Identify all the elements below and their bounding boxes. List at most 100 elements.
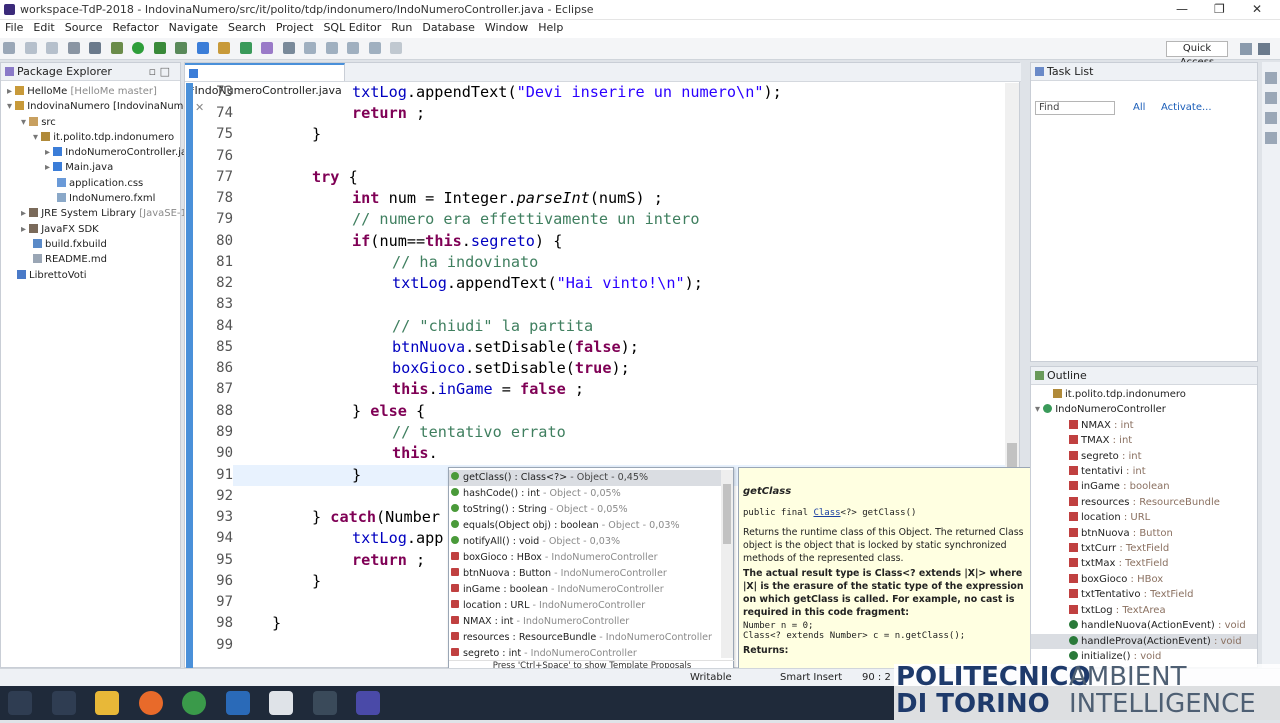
- tree-item-css[interactable]: application.css: [1, 176, 180, 191]
- proposal-item[interactable]: NMAX : int - IndoNumeroController: [449, 614, 721, 630]
- quick-access-input[interactable]: Quick Access: [1166, 41, 1228, 68]
- menu-project[interactable]: Project: [271, 20, 319, 35]
- outline-member[interactable]: handleProva(ActionEvent) : void: [1031, 633, 1257, 649]
- outline-member[interactable]: location : URL: [1031, 510, 1257, 525]
- outline-class[interactable]: ▾ IndoNumeroController: [1031, 402, 1257, 417]
- new-package-icon[interactable]: [218, 42, 230, 54]
- proposal-item[interactable]: equals(Object obj) : boolean - Object - …: [449, 518, 721, 534]
- proposal-item[interactable]: notifyAll() : void - Object - 0,03%: [449, 534, 721, 550]
- proposal-item[interactable]: location : URL - IndoNumeroController: [449, 598, 721, 614]
- tree-item-indovinanumero[interactable]: ▾ IndovinaNumero [IndovinaNumer: [1, 99, 194, 114]
- tree-item-jre[interactable]: ▸ JRE System Library [JavaSE-1.8: [1, 206, 196, 221]
- maximize-icon[interactable]: ❐: [1214, 2, 1225, 16]
- menu-file[interactable]: File: [0, 20, 28, 35]
- external-tools-icon[interactable]: [175, 42, 187, 54]
- chrome-icon[interactable]: [182, 691, 206, 715]
- outline-member[interactable]: resources : ResourceBundle: [1031, 495, 1257, 510]
- menu-refactor[interactable]: Refactor: [108, 20, 164, 35]
- eclipse-taskbar-icon[interactable]: [356, 691, 380, 715]
- proposal-item[interactable]: btnNuova : Button - IndoNumeroController: [449, 566, 721, 582]
- mail-app-icon[interactable]: [225, 691, 250, 715]
- outline-member[interactable]: tentativi : int: [1031, 464, 1257, 479]
- outline-member[interactable]: NMAX : int: [1031, 418, 1257, 433]
- save-icon[interactable]: [24, 42, 37, 54]
- outline-member[interactable]: TMAX : int: [1031, 433, 1257, 448]
- task-view-icon[interactable]: [51, 691, 76, 715]
- menu-window[interactable]: Window: [480, 20, 533, 35]
- restore-icon[interactable]: [1265, 72, 1277, 84]
- run-icon[interactable]: [132, 42, 144, 54]
- skip-breakpoints-icon[interactable]: [89, 42, 101, 54]
- proposal-item[interactable]: inGame : boolean - IndoNumeroController: [449, 582, 721, 598]
- firefox-icon[interactable]: [138, 691, 163, 715]
- tree-item-main[interactable]: ▸ Main.java: [1, 160, 180, 175]
- task-all-link[interactable]: All: [1133, 102, 1145, 113]
- java-perspective-icon[interactable]: [1258, 43, 1270, 55]
- minimize-icon[interactable]: —: [1176, 2, 1188, 16]
- outline-member[interactable]: segreto : int: [1031, 449, 1257, 464]
- open-type-icon[interactable]: [261, 42, 273, 54]
- outline-member[interactable]: txtLog : TextArea: [1031, 603, 1257, 618]
- tree-item-librettovoti[interactable]: LibrettoVoti: [1, 268, 180, 283]
- proposal-item[interactable]: hashCode() : int - Object - 0,05%: [449, 486, 721, 502]
- outline-member[interactable]: txtTentativo : TextField: [1031, 587, 1257, 602]
- prev-annotation-icon[interactable]: [347, 42, 359, 54]
- menu-source[interactable]: Source: [60, 20, 108, 35]
- outline-member[interactable]: txtCurr : TextField: [1031, 541, 1257, 556]
- menu-edit[interactable]: Edit: [28, 20, 59, 35]
- file-explorer-icon[interactable]: [95, 691, 119, 715]
- view-icon[interactable]: [1265, 112, 1277, 124]
- debug-icon[interactable]: [110, 42, 123, 54]
- menu-sql-editor[interactable]: SQL Editor: [318, 20, 386, 35]
- task-find-input[interactable]: Find: [1035, 101, 1115, 115]
- new-java-project-icon[interactable]: [196, 42, 209, 54]
- coverage-icon[interactable]: [153, 42, 166, 54]
- outline-member[interactable]: txtMax : TextField: [1031, 556, 1257, 571]
- windows-start-icon[interactable]: [8, 691, 32, 715]
- outline-member[interactable]: boxGioco : HBox: [1031, 572, 1257, 587]
- tree-item-fxml[interactable]: IndoNumero.fxml: [1, 191, 180, 206]
- tree-item-build[interactable]: build.fxbuild: [1, 237, 180, 252]
- save-all-icon[interactable]: [46, 42, 58, 54]
- view-icon[interactable]: [1265, 92, 1277, 104]
- obs-icon[interactable]: [312, 691, 337, 715]
- outline-package[interactable]: it.polito.tdp.indonumero: [1031, 387, 1257, 402]
- print-icon[interactable]: [67, 42, 80, 54]
- proposal-item[interactable]: boxGioco : HBox - IndoNumeroController: [449, 550, 721, 566]
- tree-item-src[interactable]: ▾ src: [1, 115, 180, 130]
- open-perspective-icon[interactable]: [1240, 43, 1252, 55]
- close-icon[interactable]: ✕: [1252, 2, 1262, 16]
- scroll-thumb[interactable]: [723, 484, 731, 544]
- proposal-scrollbar[interactable]: [721, 470, 733, 658]
- tree-item-helloworld[interactable]: ▸ HelloMe [HelloMe master]: [1, 84, 180, 99]
- mail-icon[interactable]: [269, 691, 293, 715]
- forward-icon[interactable]: [390, 42, 402, 54]
- outline-member[interactable]: handleNuova(ActionEvent) : void: [1031, 618, 1257, 633]
- menu-database[interactable]: Database: [417, 20, 480, 35]
- toggle-mark-icon[interactable]: [304, 42, 316, 54]
- outline-member[interactable]: inGame : boolean: [1031, 479, 1257, 494]
- outline-member[interactable]: btnNuova : Button: [1031, 526, 1257, 541]
- back-icon[interactable]: [368, 42, 381, 54]
- proposal-item[interactable]: segreto : int - IndoNumeroController: [449, 646, 721, 660]
- menu-navigate[interactable]: Navigate: [164, 20, 223, 35]
- proposal-item[interactable]: toString() : String - Object - 0,05%: [449, 502, 721, 518]
- next-annotation-icon[interactable]: [325, 42, 338, 54]
- editor-tab[interactable]: *IndoNumeroController.java ✕: [185, 63, 345, 114]
- tree-item-javafx[interactable]: ▸ JavaFX SDK: [1, 222, 180, 237]
- class-link[interactable]: Class: [813, 508, 840, 518]
- new-icon[interactable]: [3, 42, 15, 54]
- new-class-icon[interactable]: [239, 42, 252, 54]
- task-activate-link[interactable]: Activate...: [1161, 102, 1212, 113]
- minimize-view-icon[interactable]: ▫ □: [149, 63, 170, 80]
- menu-search[interactable]: Search: [223, 20, 271, 35]
- menu-run[interactable]: Run: [386, 20, 417, 35]
- tree-item-readme[interactable]: README.md: [1, 252, 180, 267]
- proposal-item[interactable]: getClass() : Class<?> - Object - 0,45%: [449, 470, 721, 486]
- view-icon[interactable]: [1265, 132, 1277, 144]
- search-icon[interactable]: [282, 42, 295, 54]
- tree-item-package[interactable]: ▾ it.polito.tdp.indonumero: [1, 130, 180, 145]
- proposal-item[interactable]: resources : ResourceBundle - IndoNumeroC…: [449, 630, 721, 646]
- menu-help[interactable]: Help: [533, 20, 568, 35]
- tree-item-controller[interactable]: ▸ IndoNumeroController.ja: [1, 145, 187, 160]
